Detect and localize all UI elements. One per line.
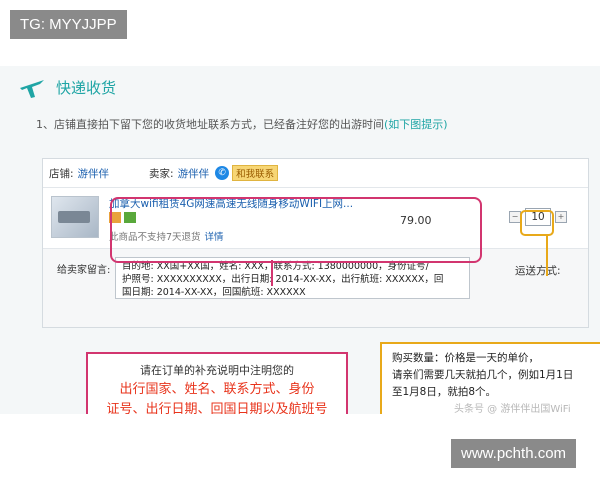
red-callout-body: 出行国家、姓名、联系方式、身份 证号、出行日期、回国日期以及航班号 [88, 380, 346, 414]
site-watermark-badge: www.pchth.com [451, 439, 577, 468]
instruction-prefix: 1、店铺直接拍下留下您的收货地址联系方式，已经备注好您的出游时间 [36, 118, 384, 131]
seller-label: 卖家: [149, 167, 174, 180]
message-line: 护照号: XXXXXXXXXX，出行日期: 2014-XX-XX，出行航班: X… [122, 274, 444, 285]
orange-callout-line: 购买数量：价格是一天的单价， [392, 352, 539, 364]
message-highlight-outline [110, 197, 482, 263]
red-callout-line: 证号、出行日期、回国日期以及航班号 [106, 402, 328, 414]
message-textarea[interactable]: 目的地: XX国+XX国，姓名: XXX，联系方式: 1380000000，身份… [115, 257, 470, 299]
chat-icon: ✆ [215, 166, 230, 180]
orange-callout-line: 至1月8日，就拍8个。 [392, 386, 497, 398]
section-header: 快递收货 [18, 72, 116, 102]
store-row: 店铺: 游伴伴 卖家: 游伴伴 ✆ 和我联系 [43, 159, 588, 188]
contact-label: 和我联系 [232, 165, 279, 181]
airplane-icon [20, 80, 44, 98]
tg-watermark-badge: TG: MYYJJPP [10, 10, 127, 39]
increase-button[interactable]: + [555, 211, 567, 223]
seller-link[interactable]: 游伴伴 [178, 166, 210, 181]
orange-connector-line [546, 234, 548, 276]
instruction-text: 1、店铺直接拍下留下您的收货地址联系方式，已经备注好您的出游时间(如下图提示) [36, 116, 448, 132]
message-label: 给卖家留言: [57, 265, 111, 276]
product-thumbnail[interactable] [51, 196, 99, 238]
contact-seller-button[interactable]: ✆ 和我联系 [215, 165, 279, 181]
red-callout-head: 请在订单的补充说明中注明您的 [140, 364, 294, 377]
store-label: 店铺: [49, 167, 74, 180]
instruction-link[interactable]: (如下图提示) [384, 118, 448, 131]
section-title: 快递收货 [56, 78, 117, 97]
quantity-highlight-outline [520, 210, 554, 236]
red-callout-line: 出行国家、姓名、联系方式、身份 [119, 382, 315, 397]
message-line: 国日期: 2014-XX-XX，回国航班: XXXXXX [122, 287, 306, 298]
red-callout: 请在订单的补充说明中注明您的 出行国家、姓名、联系方式、身份 证号、出行日期、回… [86, 352, 348, 414]
store-link[interactable]: 游伴伴 [78, 166, 110, 181]
shipping-label: 运送方式: [515, 265, 561, 277]
red-connector-line [271, 260, 273, 286]
orange-callout-line: 请亲们需要几天就拍几个，例如1月1日 [392, 369, 574, 381]
faint-watermark: 头条号 @ 游伴伴出国WiFi [454, 404, 571, 414]
